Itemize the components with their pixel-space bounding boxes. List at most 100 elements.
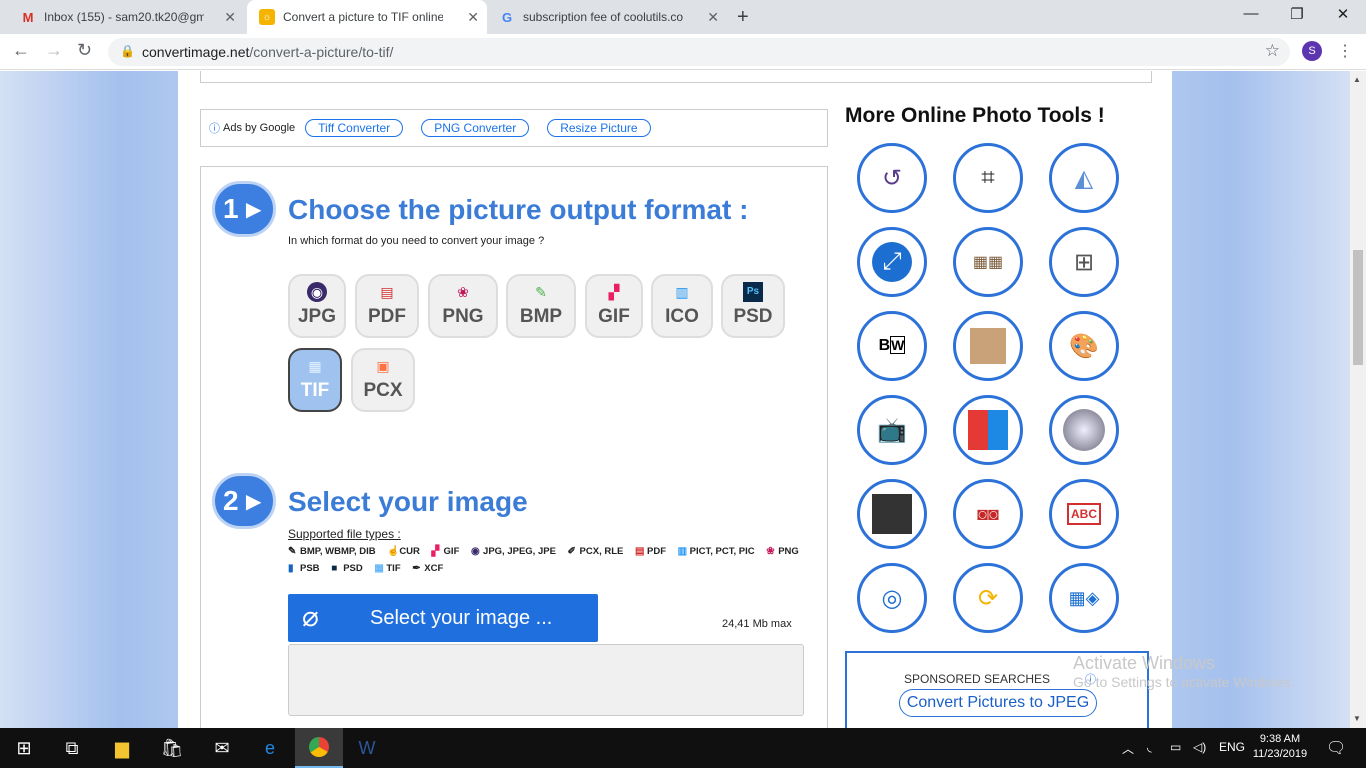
resize-tool[interactable]: ⤢ — [857, 227, 927, 297]
clock-time: 9:38 AM — [1259, 733, 1301, 745]
pdf-icon: ▤ — [380, 284, 394, 300]
minimize-icon[interactable]: — — [1228, 5, 1274, 22]
disco-ball-icon — [1063, 409, 1105, 451]
formats-tool[interactable]: ▦◈ — [1049, 563, 1119, 633]
forward-icon[interactable]: → — [45, 40, 63, 61]
pop-art-tool[interactable] — [953, 395, 1023, 465]
format-gif-button[interactable]: ▞ GIF — [585, 274, 643, 338]
black-white-icon: BW — [878, 336, 906, 354]
black-white-tool[interactable]: BW — [857, 311, 927, 381]
restore-icon[interactable]: ❐ — [1274, 5, 1320, 23]
format-pdf-button[interactable]: ▤ PDF — [355, 274, 419, 338]
crop-tool[interactable]: ⌗ — [953, 143, 1023, 213]
select-image-label: Select your image ... — [370, 607, 553, 629]
filmstrip-tool[interactable]: ▦▦ — [953, 227, 1023, 297]
ad-link-resize-picture[interactable]: Resize Picture — [547, 119, 651, 137]
system-clock[interactable]: 9:38 AM 11/23/2019 — [1252, 732, 1308, 762]
pcx-icon: ✐ — [567, 546, 576, 557]
close-tab-icon[interactable]: ✕ — [224, 9, 236, 26]
crop-icon: ⌗ — [981, 164, 995, 191]
filmstrip-icon: ▦▦ — [972, 254, 1004, 271]
image-drop-zone[interactable] — [288, 644, 804, 716]
sepia-icon — [970, 328, 1006, 364]
bmp-icon: ✎ — [535, 284, 547, 300]
bookmark-star-icon[interactable]: ☆ — [1265, 41, 1280, 61]
avatar[interactable]: S — [1302, 41, 1322, 61]
format-jpg-button[interactable]: ◉ JPG — [288, 274, 346, 338]
network-icon[interactable]: ◟ — [1147, 740, 1152, 754]
chrome-icon[interactable] — [295, 728, 343, 768]
watermark-title: Activate Windows — [1073, 653, 1216, 673]
close-tab-icon[interactable]: ✕ — [467, 9, 479, 26]
new-tab-button[interactable]: + — [737, 6, 749, 29]
battery-icon[interactable]: ▭ — [1170, 740, 1181, 754]
tab-title: Inbox (155) - sam20.tk20@gmail.com — [44, 10, 204, 24]
3d-glasses-icon: ◙◙ — [977, 503, 999, 524]
disco-ball-tool[interactable] — [1049, 395, 1119, 465]
convert-tool[interactable]: ⟳ — [953, 563, 1023, 633]
address-bar[interactable]: 🔒 convertimage.net/convert-a-picture/to-… — [108, 38, 1290, 66]
formats-icon: ▦◈ — [1068, 587, 1100, 608]
close-tab-icon[interactable]: ✕ — [707, 9, 719, 26]
tv-tool[interactable]: 📺 — [857, 395, 927, 465]
top-panel — [200, 71, 1152, 83]
sponsored-link[interactable]: Convert Pictures to JPEG — [899, 689, 1097, 717]
format-psd-button[interactable]: Ps PSD — [721, 274, 785, 338]
format-png-button[interactable]: ❀ PNG — [428, 274, 498, 338]
format-label: PNG — [442, 306, 484, 327]
menu-icon[interactable]: ⋮ — [1337, 41, 1353, 61]
file-type: ▦ TIF — [374, 560, 400, 577]
language-indicator[interactable]: ENG — [1219, 740, 1245, 754]
format-ico-button[interactable]: ▥ ICO — [651, 274, 713, 338]
3d-glasses-tool[interactable]: ◙◙ — [953, 479, 1023, 549]
tif-icon: ▦ — [374, 563, 384, 574]
info-icon[interactable]: ⓘ — [209, 120, 220, 136]
resize-icon: ⤢ — [872, 242, 912, 282]
favicon-tool[interactable]: ◎ — [857, 563, 927, 633]
photo-sketch-tool[interactable] — [857, 479, 927, 549]
ad-link-tiff-converter[interactable]: Tiff Converter — [305, 119, 404, 137]
mirror-tool[interactable]: ◭ — [1049, 143, 1119, 213]
select-image-button[interactable]: ⌀ Select your image ... — [288, 594, 598, 642]
compress-tool[interactable]: ⊞ — [1049, 227, 1119, 297]
file-explorer-icon[interactable]: ▆ — [98, 728, 146, 768]
url-text[interactable]: convertimage.net/convert-a-picture/to-ti… — [142, 44, 393, 60]
scrollbar-thumb[interactable] — [1353, 250, 1363, 365]
reload-icon[interactable]: ↻ — [77, 40, 92, 61]
sepia-tool[interactable] — [953, 311, 1023, 381]
stamp-tool[interactable]: ABC — [1049, 479, 1119, 549]
close-window-icon[interactable]: ✕ — [1320, 5, 1366, 23]
chevron-up-icon[interactable]: ︿ — [1122, 740, 1134, 757]
psb-icon: ▮ — [288, 563, 294, 574]
rotate-tool[interactable]: ↺ — [857, 143, 927, 213]
format-bmp-button[interactable]: ✎ BMP — [506, 274, 576, 338]
word-icon[interactable]: W — [343, 728, 391, 768]
back-icon[interactable]: ← — [12, 40, 30, 61]
format-label: PDF — [368, 306, 406, 327]
step-2-title: Select your image — [288, 486, 528, 517]
palette-tool[interactable]: 🎨 — [1049, 311, 1119, 381]
store-icon[interactable]: 🛍 — [148, 728, 196, 768]
tab-gmail[interactable]: M Inbox (155) - sam20.tk20@gmail.com ✕ — [8, 0, 244, 34]
task-view-icon[interactable]: ⧉ — [48, 728, 96, 768]
scroll-up-icon[interactable]: ▲ — [1353, 75, 1361, 84]
mail-icon[interactable]: ✉ — [198, 728, 246, 768]
page-scrollbar[interactable] — [1350, 71, 1366, 728]
scroll-down-icon[interactable]: ▼ — [1353, 714, 1361, 723]
tv-icon: 📺 — [877, 416, 907, 444]
tab-google-search[interactable]: G subscription fee of coolutils.com ✕ — [487, 0, 727, 34]
google-icon: G — [501, 9, 513, 25]
format-pcx-button[interactable]: ▣ PCX — [351, 348, 415, 412]
page-content: ⓘ Ads by Google Tiff Converter PNG Conve… — [178, 71, 1172, 728]
format-tif-button[interactable]: ▦ TIF — [288, 348, 342, 412]
start-windows-icon[interactable]: ⊞ — [0, 728, 48, 768]
ad-link-png-converter[interactable]: PNG Converter — [421, 119, 530, 137]
edge-icon[interactable]: e — [246, 728, 294, 768]
file-type: ☝CUR — [387, 543, 420, 560]
volume-icon[interactable]: ◁) — [1193, 740, 1206, 754]
tab-convertimage[interactable]: ☼ Convert a picture to TIF online -- ✕ — [247, 0, 487, 34]
pcx-icon: ▣ — [376, 358, 390, 374]
notifications-icon[interactable]: 🗨 — [1326, 738, 1346, 758]
file-type: ▥ PICT, PCT, PIC — [678, 543, 755, 560]
watermark-subtitle: Go to Settings to activate Windows. — [1073, 674, 1294, 690]
